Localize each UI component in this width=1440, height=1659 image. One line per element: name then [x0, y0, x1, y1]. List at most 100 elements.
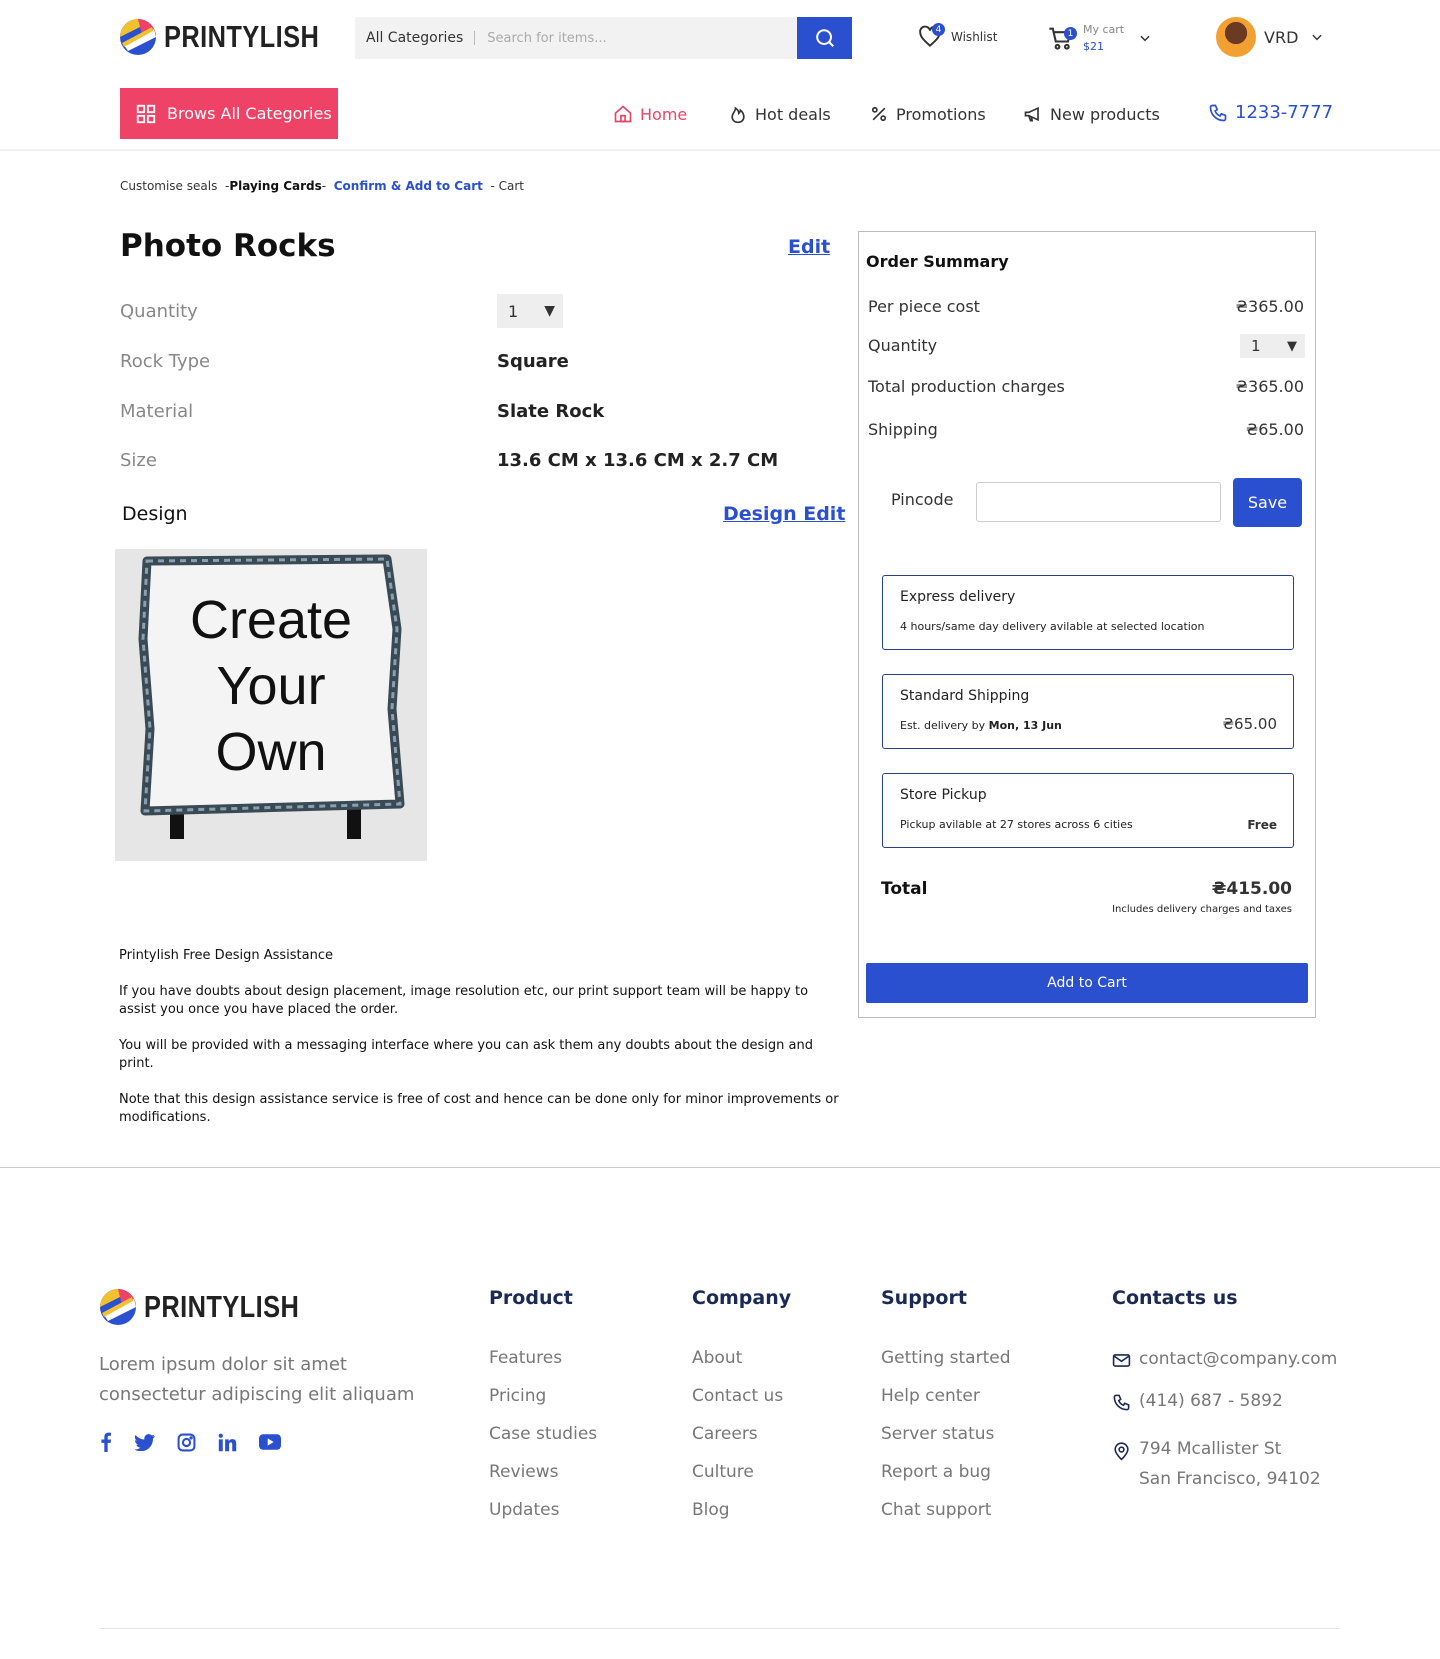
quantity-select[interactable]: 1 ▼: [497, 294, 563, 328]
phone-link[interactable]: 1233-7777: [1208, 102, 1333, 123]
design-preview-image: Create Your Own: [115, 549, 427, 861]
delivery-option-express[interactable]: Express delivery 4 hours/same day delive…: [882, 575, 1294, 650]
phone-icon: [1209, 104, 1227, 121]
breadcrumb-cart[interactable]: Cart: [499, 179, 524, 193]
footer-divider: [0, 1167, 1440, 1168]
total-note: Includes delivery charges and taxes: [1112, 904, 1292, 915]
footer-link-careers[interactable]: Careers: [692, 1424, 758, 1444]
nav-item-promotions[interactable]: Promotions: [869, 104, 986, 124]
delivery-option-pickup[interactable]: Store Pickup Pickup avilable at 27 store…: [882, 773, 1294, 848]
linkedin-icon[interactable]: [218, 1433, 237, 1452]
breadcrumb-customise-seals[interactable]: Customise seals: [120, 179, 217, 193]
youtube-icon[interactable]: [259, 1434, 281, 1450]
footer-link-blog[interactable]: Blog: [692, 1500, 730, 1520]
twitter-icon[interactable]: [135, 1433, 155, 1451]
footer-link-features[interactable]: Features: [489, 1348, 562, 1368]
search-category-select[interactable]: All Categories: [355, 31, 476, 45]
footer-phone[interactable]: (414) 687 - 5892: [1112, 1391, 1283, 1412]
footer-product-heading: Product: [489, 1287, 573, 1309]
add-to-cart-button[interactable]: Add to Cart: [866, 963, 1308, 1003]
wishlist-label: Wishlist: [951, 30, 998, 44]
footer-logo[interactable]: PRINTYLISH: [98, 1287, 333, 1327]
nav-hot-deals-label: Hot deals: [755, 104, 831, 124]
cart-link[interactable]: 1 My cart $21: [1047, 21, 1152, 55]
logo-mark-icon: [118, 17, 158, 57]
express-desc: 4 hours/same day delivery avilable at se…: [900, 620, 1205, 633]
breadcrumb: Customise seals -Playing Cards- Confirm …: [120, 179, 525, 193]
home-icon: [614, 105, 632, 123]
rock-type-label: Rock Type: [120, 351, 211, 372]
footer-link-pricing[interactable]: Pricing: [489, 1386, 546, 1406]
social-links: [99, 1432, 281, 1452]
shipping-label: Shipping: [868, 420, 938, 439]
footer-address-line-1: 794 Mcallister St: [1139, 1439, 1282, 1459]
pickup-title: Store Pickup: [900, 787, 987, 803]
pincode-input[interactable]: [976, 482, 1221, 522]
summary-quantity-label: Quantity: [868, 336, 938, 355]
footer-link-help-center[interactable]: Help center: [881, 1386, 980, 1406]
footer-link-report-bug[interactable]: Report a bug: [881, 1462, 991, 1482]
caret-down-icon: ▼: [544, 303, 555, 319]
footer-link-culture[interactable]: Culture: [692, 1462, 754, 1482]
location-pin-icon: [1114, 1442, 1129, 1461]
footer-link-updates[interactable]: Updates: [489, 1500, 559, 1520]
chevron-down-icon: [1312, 34, 1322, 41]
footer-link-about[interactable]: About: [692, 1348, 742, 1368]
wishlist-link[interactable]: 4 Wishlist: [917, 23, 998, 50]
footer-link-getting-started[interactable]: Getting started: [881, 1348, 1011, 1368]
footer-brand-name: PRINTYLISH: [144, 1289, 300, 1324]
delivery-option-standard[interactable]: Standard Shipping Est. delivery by Mon, …: [882, 674, 1294, 749]
footer-link-chat-support[interactable]: Chat support: [881, 1500, 991, 1520]
summary-quantity-select[interactable]: 1 ▼: [1240, 334, 1305, 358]
breadcrumb-confirm[interactable]: Confirm & Add to Cart: [334, 179, 483, 193]
nav-item-home[interactable]: Home: [613, 104, 687, 124]
assistance-paragraph-1: If you have doubts about design placemen…: [119, 984, 809, 1017]
wishlist-count-badge: 4: [932, 23, 945, 36]
assistance-paragraph-2: You will be provided with a messaging in…: [119, 1038, 813, 1071]
footer-link-reviews[interactable]: Reviews: [489, 1462, 559, 1482]
instagram-icon[interactable]: [177, 1433, 196, 1452]
brand-logo[interactable]: PRINTYLISH: [118, 17, 353, 57]
nav-home-label: Home: [640, 104, 688, 124]
standard-price: ₴65.00: [1222, 715, 1277, 733]
nav-promotions-label: Promotions: [896, 104, 986, 124]
avatar: [1216, 17, 1256, 57]
search-button[interactable]: [797, 17, 852, 59]
footer-company-heading: Company: [692, 1287, 792, 1309]
chevron-down-icon: [1140, 35, 1150, 42]
size-value: 13.6 CM x 13.6 CM x 2.7 CM: [497, 450, 779, 471]
product-title: Photo Rocks: [120, 228, 336, 264]
breadcrumb-playing-cards[interactable]: Playing Cards: [229, 179, 321, 193]
footer-link-case-studies[interactable]: Case studies: [489, 1424, 597, 1444]
footer-email[interactable]: contact@company.com: [1112, 1349, 1337, 1370]
search-input[interactable]: Search for items...: [475, 31, 797, 46]
quantity-label: Quantity: [120, 301, 198, 322]
footer-bottom-divider: [99, 1628, 1339, 1629]
browse-categories-button[interactable]: Brows All Categories: [120, 88, 338, 139]
edit-link[interactable]: Edit: [788, 236, 830, 258]
production-charges-value: ₴365.00: [1235, 377, 1304, 396]
caret-down-icon: ▼: [1287, 338, 1297, 354]
order-summary-title: Order Summary: [866, 252, 1009, 271]
logo-mark-icon: [98, 1287, 138, 1327]
user-menu[interactable]: VRD: [1216, 17, 1324, 57]
design-edit-link[interactable]: Design Edit: [723, 503, 845, 525]
rock-type-value: Square: [497, 351, 569, 372]
footer-description: Lorem ipsum dolor sit amet consectetur a…: [99, 1354, 415, 1405]
footer-link-server-status[interactable]: Server status: [881, 1424, 994, 1444]
percent-icon: [871, 106, 887, 122]
footer-link-contact-us[interactable]: Contact us: [692, 1386, 783, 1406]
footer-phone-text: (414) 687 - 5892: [1139, 1391, 1283, 1411]
nav-item-new-products[interactable]: New products: [1023, 104, 1160, 124]
save-pincode-button[interactable]: Save: [1233, 478, 1302, 527]
material-value: Slate Rock: [497, 401, 605, 422]
user-name: VRD: [1264, 27, 1299, 47]
design-text-line-2: Your: [216, 656, 326, 716]
nav-item-hot-deals[interactable]: Hot deals: [728, 104, 831, 124]
brand-name: PRINTYLISH: [164, 19, 320, 54]
production-charges-label: Total production charges: [868, 377, 1065, 396]
assistance-paragraph-3: Note that this design assistance service…: [119, 1092, 839, 1125]
facebook-icon[interactable]: [99, 1432, 113, 1452]
footer-address-line-2: San Francisco, 94102: [1139, 1469, 1321, 1489]
grid-icon: [136, 104, 156, 123]
